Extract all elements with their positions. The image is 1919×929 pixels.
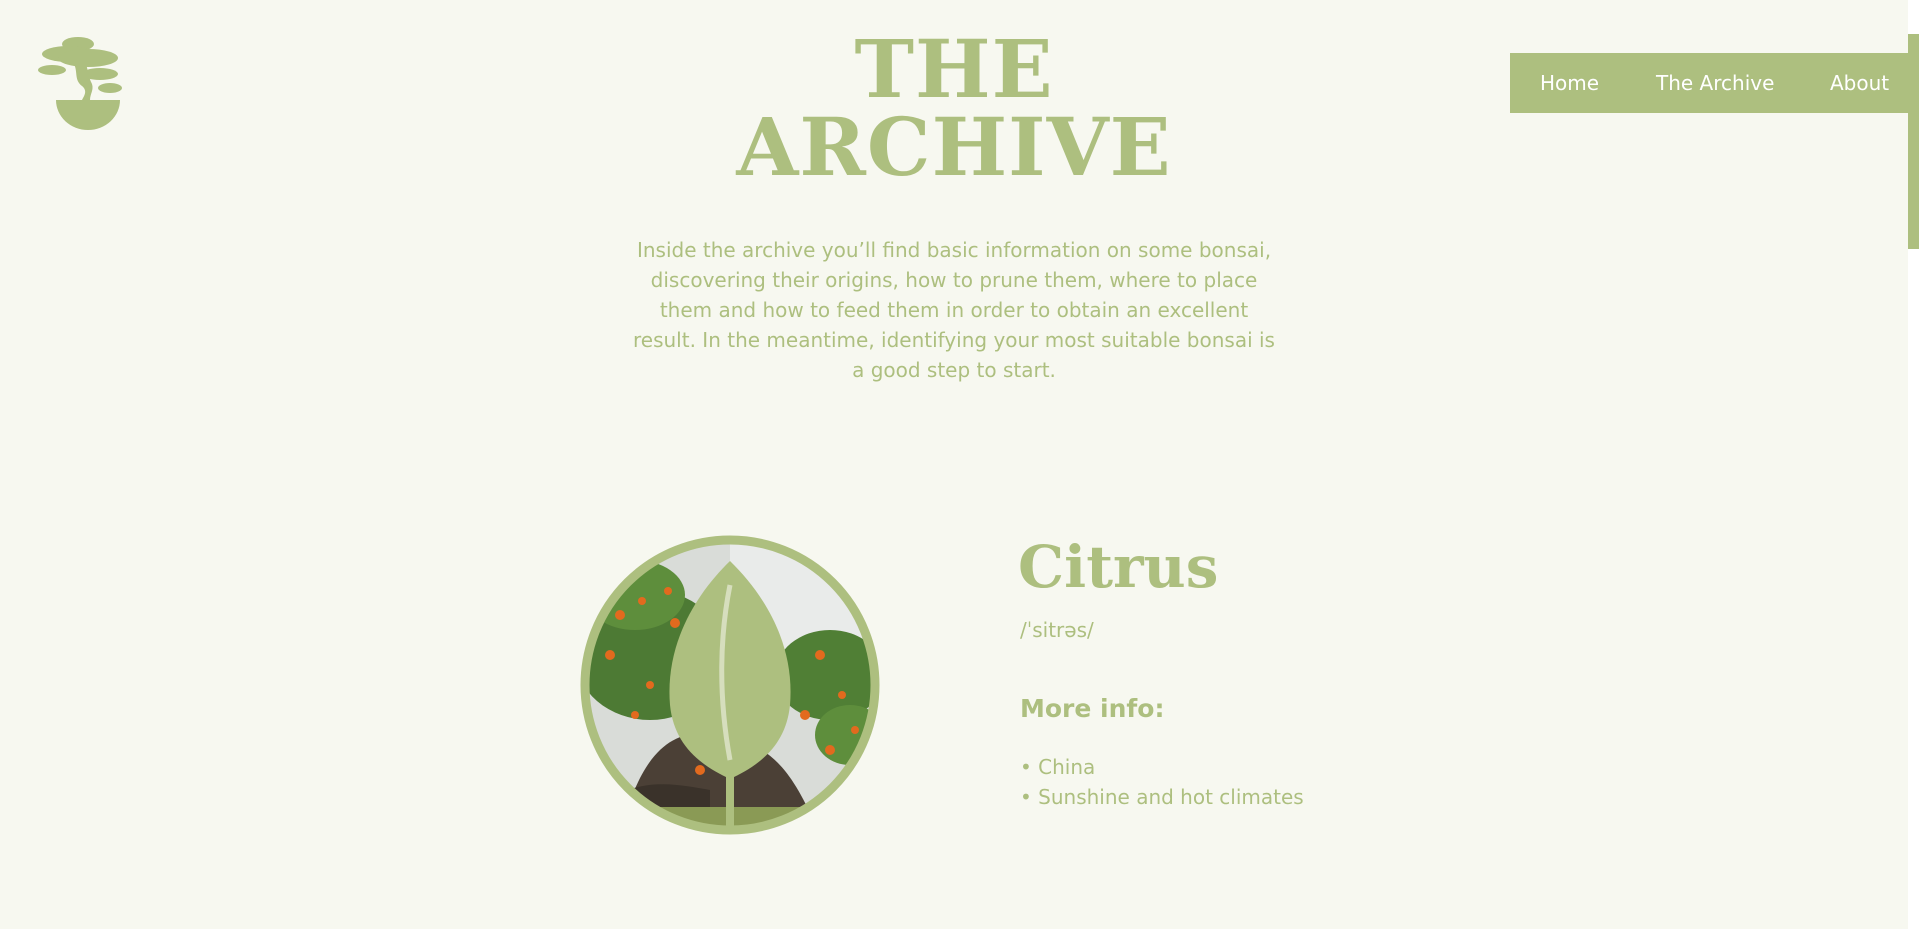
fact-item: • Sunshine and hot climates	[1020, 785, 1304, 809]
more-info-heading: More info:	[1020, 694, 1165, 723]
nav-home-link[interactable]: Home	[1540, 53, 1599, 113]
fact-item: • China	[1020, 755, 1096, 779]
main-nav: Home The Archive About	[1510, 53, 1908, 113]
facts-list: • China • Sunshine and hot climates	[1020, 752, 1304, 812]
scrollbar-track[interactable]	[1908, 0, 1919, 929]
bonsai-tree-icon[interactable]	[38, 36, 124, 130]
intro-text: Inside the archive you’ll find basic inf…	[633, 238, 1275, 382]
page-title: THE ARCHIVE	[700, 29, 1208, 187]
specimen-phonetic: /ˈsitrəs/	[1020, 618, 1094, 642]
scrollbar-thumb[interactable]	[1908, 34, 1919, 249]
nav-about-link[interactable]: About	[1830, 53, 1889, 113]
citrus-bonsai-image[interactable]	[580, 535, 880, 835]
specimen-name: Citrus	[1018, 533, 1219, 601]
nav-archive-link[interactable]: The Archive	[1656, 53, 1774, 113]
page: THE ARCHIVE Home The Archive About Insid…	[0, 0, 1919, 929]
title-line-2: ARCHIVE	[736, 100, 1172, 194]
